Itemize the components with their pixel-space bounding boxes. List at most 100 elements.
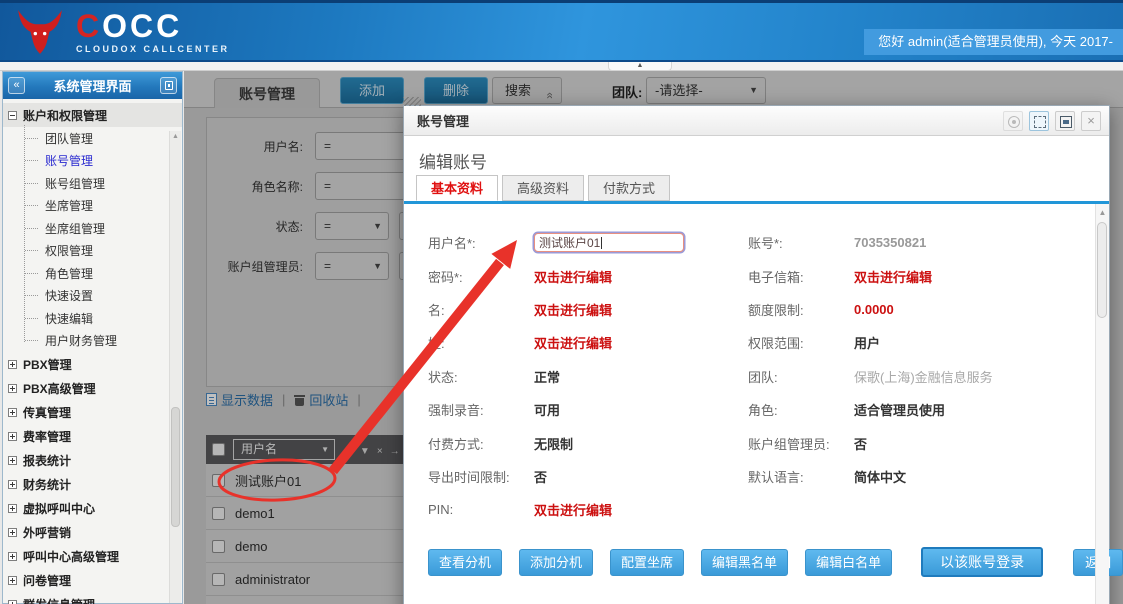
- field-value[interactable]: 双击进行编辑: [854, 267, 932, 286]
- dialog-tabs: 基本资料高级资料付款方式: [404, 175, 1109, 204]
- field-value: 保歌(上海)金融信息服务: [854, 367, 993, 386]
- tree-children: 团队管理账号管理账号组管理坐席管理坐席组管理权限管理角色管理快速设置快速编辑用户…: [3, 127, 182, 352]
- expand-plus-icon[interactable]: [8, 504, 17, 513]
- field-label: 电子信箱:: [748, 267, 854, 286]
- login-as-account-button[interactable]: 以该账号登录: [921, 547, 1043, 577]
- sidebar-root-财务统计[interactable]: 财务统计: [3, 472, 182, 496]
- tree-connector: [25, 340, 38, 341]
- expand-plus-icon[interactable]: [8, 408, 17, 417]
- sidebar-item-用户财务管理[interactable]: 用户财务管理: [3, 330, 182, 353]
- sidebar-item-快速设置[interactable]: 快速设置: [3, 285, 182, 308]
- dialog-tab-基本资料[interactable]: 基本资料: [416, 175, 498, 201]
- sidebar-root-传真管理[interactable]: 传真管理: [3, 400, 182, 424]
- sidebar-root-问卷管理[interactable]: 问卷管理: [3, 568, 182, 592]
- sidebar-item-账号组管理[interactable]: 账号组管理: [3, 172, 182, 195]
- sidebar-root-PBX高级管理[interactable]: PBX高级管理: [3, 376, 182, 400]
- dialog-scroll-thumb[interactable]: [1097, 222, 1107, 318]
- collapse-arrow-icon: ▲: [637, 62, 644, 69]
- expand-plus-icon[interactable]: [8, 360, 17, 369]
- field-label: 团队:: [748, 367, 854, 386]
- sidebar-root-PBX管理[interactable]: PBX管理: [3, 352, 182, 376]
- dialog-scrollbar[interactable]: ▲: [1095, 204, 1109, 604]
- tree-connector: [25, 160, 38, 161]
- tree-collapsed-roots: PBX管理PBX高级管理传真管理费率管理报表统计财务统计虚拟呼叫中心外呼营销呼叫…: [3, 352, 182, 604]
- header-collapse-strip: ▲: [0, 62, 1123, 71]
- sidebar-item-账号管理[interactable]: 账号管理: [3, 150, 182, 173]
- maximize-icon[interactable]: [1055, 111, 1075, 131]
- sidebar-root-label: 呼叫中心高级管理: [23, 548, 119, 565]
- dialog-button-添加分机[interactable]: 添加分机: [519, 549, 593, 576]
- resize-grip-icon[interactable]: [403, 97, 421, 106]
- sidebar-scroll-thumb[interactable]: [171, 407, 180, 527]
- close-icon[interactable]: ×: [1081, 111, 1101, 131]
- expand-plus-icon[interactable]: [8, 528, 17, 537]
- expand-plus-icon[interactable]: [8, 576, 17, 585]
- field-label: 姓:: [428, 333, 534, 352]
- sidebar-item-快速编辑[interactable]: 快速编辑: [3, 307, 182, 330]
- dialog-button-编辑黑名单[interactable]: 编辑黑名单: [701, 549, 788, 576]
- dialog-field-row: 团队:保歌(上海)金融信息服务: [748, 360, 1084, 393]
- field-label: 付费方式:: [428, 434, 534, 453]
- dialog-field-row: PIN:双击进行编辑: [428, 493, 748, 526]
- dialog-button-配置坐席[interactable]: 配置坐席: [610, 549, 684, 576]
- sidebar-item-坐席组管理[interactable]: 坐席组管理: [3, 217, 182, 240]
- sidebar-item-权限管理[interactable]: 权限管理: [3, 240, 182, 263]
- expand-plus-icon[interactable]: [8, 384, 17, 393]
- sidebar-root-群发信息管理[interactable]: 群发信息管理: [3, 592, 182, 604]
- tree-root-accounts-permissions[interactable]: 账户和权限管理: [3, 103, 182, 127]
- tree-connector: [25, 318, 38, 319]
- minimize-icon[interactable]: [1003, 111, 1023, 131]
- expand-plus-icon[interactable]: [8, 600, 17, 604]
- tree-connector: [25, 138, 38, 139]
- sidebar-item-label: 团队管理: [45, 130, 93, 147]
- field-label: 额度限制:: [748, 300, 854, 319]
- sidebar-pin-button[interactable]: [160, 77, 177, 94]
- sidebar-root-外呼营销[interactable]: 外呼营销: [3, 520, 182, 544]
- dialog-tab-付款方式[interactable]: 付款方式: [588, 175, 670, 201]
- dialog-titlebar[interactable]: 账号管理 ×: [404, 106, 1109, 136]
- expand-plus-icon[interactable]: [8, 552, 17, 561]
- sidebar-root-报表统计[interactable]: 报表统计: [3, 448, 182, 472]
- sidebar-item-角色管理[interactable]: 角色管理: [3, 262, 182, 285]
- app-logo: COCC CLOUDOX CALLCENTER: [14, 7, 230, 57]
- sidebar-root-呼叫中心高级管理[interactable]: 呼叫中心高级管理: [3, 544, 182, 568]
- field-value[interactable]: 双击进行编辑: [534, 500, 612, 519]
- sidebar-title: 系统管理界面: [25, 76, 160, 95]
- collapse-handle[interactable]: ▲: [608, 62, 672, 71]
- dialog-field-row: 密码*:双击进行编辑: [428, 259, 748, 292]
- tree-connector: [25, 183, 38, 184]
- field-label: PIN:: [428, 502, 534, 517]
- sidebar-root-费率管理[interactable]: 费率管理: [3, 424, 182, 448]
- double-chevron-left-icon: «: [13, 79, 19, 91]
- field-value: 用户: [854, 333, 880, 352]
- dialog-field-row: 默认语言:简体中文: [748, 460, 1084, 493]
- sidebar-root-虚拟呼叫中心[interactable]: 虚拟呼叫中心: [3, 496, 182, 520]
- field-value[interactable]: 双击进行编辑: [534, 267, 612, 286]
- field-value[interactable]: 双击进行编辑: [534, 333, 612, 352]
- expand-plus-icon[interactable]: [8, 456, 17, 465]
- sidebar-item-label: 坐席组管理: [45, 220, 105, 237]
- scroll-up-icon[interactable]: ▲: [170, 133, 181, 140]
- sidebar-root-label: 财务统计: [23, 476, 71, 493]
- restore-icon[interactable]: [1029, 111, 1049, 131]
- sidebar-item-label: 坐席管理: [45, 197, 93, 214]
- fields-left-column: 用户名*:测试账户01密码*:双击进行编辑名:双击进行编辑姓:双击进行编辑状态:…: [428, 226, 748, 527]
- scroll-up-icon[interactable]: ▲: [1096, 208, 1109, 217]
- field-value[interactable]: 双击进行编辑: [534, 300, 612, 319]
- field-value: 无限制: [534, 434, 573, 453]
- dialog-button-查看分机[interactable]: 查看分机: [428, 549, 502, 576]
- sidebar-item-团队管理[interactable]: 团队管理: [3, 127, 182, 150]
- expand-plus-icon[interactable]: [8, 432, 17, 441]
- sidebar-item-坐席管理[interactable]: 坐席管理: [3, 195, 182, 218]
- sidebar-item-label: 账号组管理: [45, 175, 105, 192]
- dialog-tab-高级资料[interactable]: 高级资料: [502, 175, 584, 201]
- collapse-minus-icon[interactable]: [8, 111, 17, 120]
- dialog-field-row: 账户组管理员:否: [748, 426, 1084, 459]
- dialog-button-编辑白名单[interactable]: 编辑白名单: [805, 549, 892, 576]
- username-input[interactable]: 测试账户01: [534, 233, 684, 252]
- expand-plus-icon[interactable]: [8, 480, 17, 489]
- dialog-field-row: 导出时间限制:否: [428, 460, 748, 493]
- sidebar-root-label: 传真管理: [23, 404, 71, 421]
- sidebar-scrollbar[interactable]: ▲: [169, 131, 181, 603]
- sidebar-collapse-button[interactable]: «: [8, 77, 25, 94]
